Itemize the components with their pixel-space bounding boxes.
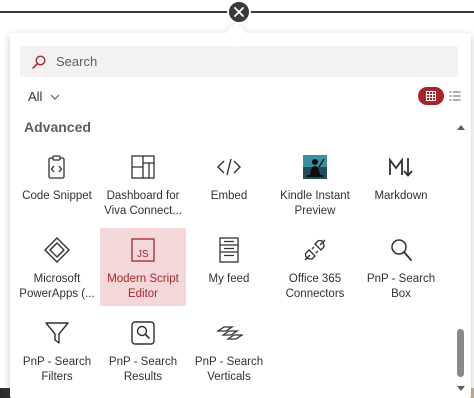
chevron-down-icon xyxy=(51,94,60,100)
category-filter-label: All xyxy=(28,89,43,104)
embed-icon xyxy=(217,158,241,176)
clipboard-code-icon xyxy=(48,155,65,179)
connector-plug-icon xyxy=(304,239,326,261)
tile-my-feed[interactable]: My feed xyxy=(186,228,272,306)
tile-label: PnP - Search Box xyxy=(366,273,436,300)
search-icon xyxy=(32,54,46,69)
view-toggle xyxy=(418,87,462,105)
kindle-icon xyxy=(303,155,327,179)
tile-label: Microsoft PowerApps (... xyxy=(19,273,95,300)
tile-code-snippet[interactable]: Code Snippet xyxy=(14,145,100,223)
scrollbar-thumb[interactable] xyxy=(457,329,464,377)
tile-label: Code Snippet xyxy=(22,190,92,202)
close-icon xyxy=(234,7,244,17)
svg-text:JS: JS xyxy=(137,249,149,260)
scroll-down-arrow-icon[interactable] xyxy=(456,385,466,393)
tile-label: PnP - Search Results xyxy=(108,356,178,383)
webpart-toolbox-panel: All Advanced xyxy=(10,33,471,398)
tile-dashboard-viva[interactable]: Dashboard for Viva Connect... xyxy=(100,145,186,223)
list-view-button[interactable] xyxy=(448,89,462,103)
search-results-icon xyxy=(131,321,155,345)
filter-icon xyxy=(45,322,69,344)
search-verticals-icon xyxy=(215,326,243,340)
tile-label: PnP - Search Verticals xyxy=(194,356,264,383)
search-box[interactable] xyxy=(20,46,458,77)
tile-markdown[interactable]: Markdown xyxy=(358,145,444,223)
tile-label: Embed xyxy=(210,190,248,202)
tile-label: Office 365 Connectors xyxy=(285,273,345,300)
list-icon xyxy=(449,91,461,101)
tile-pnp-search-verticals[interactable]: PnP - Search Verticals xyxy=(186,311,272,389)
search-input[interactable] xyxy=(56,54,436,69)
tile-kindle-instant-preview[interactable]: Kindle Instant Preview xyxy=(272,145,358,223)
js-icon: JS xyxy=(131,238,155,262)
grid-icon xyxy=(426,91,436,101)
tile-pnp-search-box[interactable]: PnP - Search Box xyxy=(358,228,444,306)
tile-label: Kindle Instant Preview xyxy=(280,190,350,217)
tile-embed[interactable]: Embed xyxy=(186,145,272,223)
dashboard-icon xyxy=(131,155,155,179)
feed-icon xyxy=(219,237,239,263)
tile-office-365-connectors[interactable]: Office 365 Connectors xyxy=(272,228,358,306)
scroll-up-arrow-icon[interactable] xyxy=(456,123,466,131)
powerapps-icon xyxy=(44,237,70,263)
tile-label: PnP - Search Filters xyxy=(22,356,92,383)
search-icon xyxy=(391,239,412,261)
close-button[interactable] xyxy=(227,0,251,24)
tile-modern-script-editor[interactable]: JS Modern Script Editor xyxy=(100,228,186,306)
tile-label: Dashboard for Viva Connect... xyxy=(104,190,182,217)
tile-pnp-search-results[interactable]: PnP - Search Results xyxy=(100,311,186,389)
tile-label: My feed xyxy=(208,273,250,285)
markdown-icon xyxy=(389,157,413,177)
section-heading: Advanced xyxy=(24,119,91,135)
category-filter-dropdown[interactable]: All xyxy=(28,89,60,104)
grid-view-button[interactable] xyxy=(418,87,444,105)
tile-microsoft-powerapps[interactable]: Microsoft PowerApps (... xyxy=(14,228,100,306)
tile-label: Markdown xyxy=(374,190,428,202)
tile-label: Modern Script Editor xyxy=(107,273,179,300)
tile-pnp-search-filters[interactable]: PnP - Search Filters xyxy=(14,311,100,389)
